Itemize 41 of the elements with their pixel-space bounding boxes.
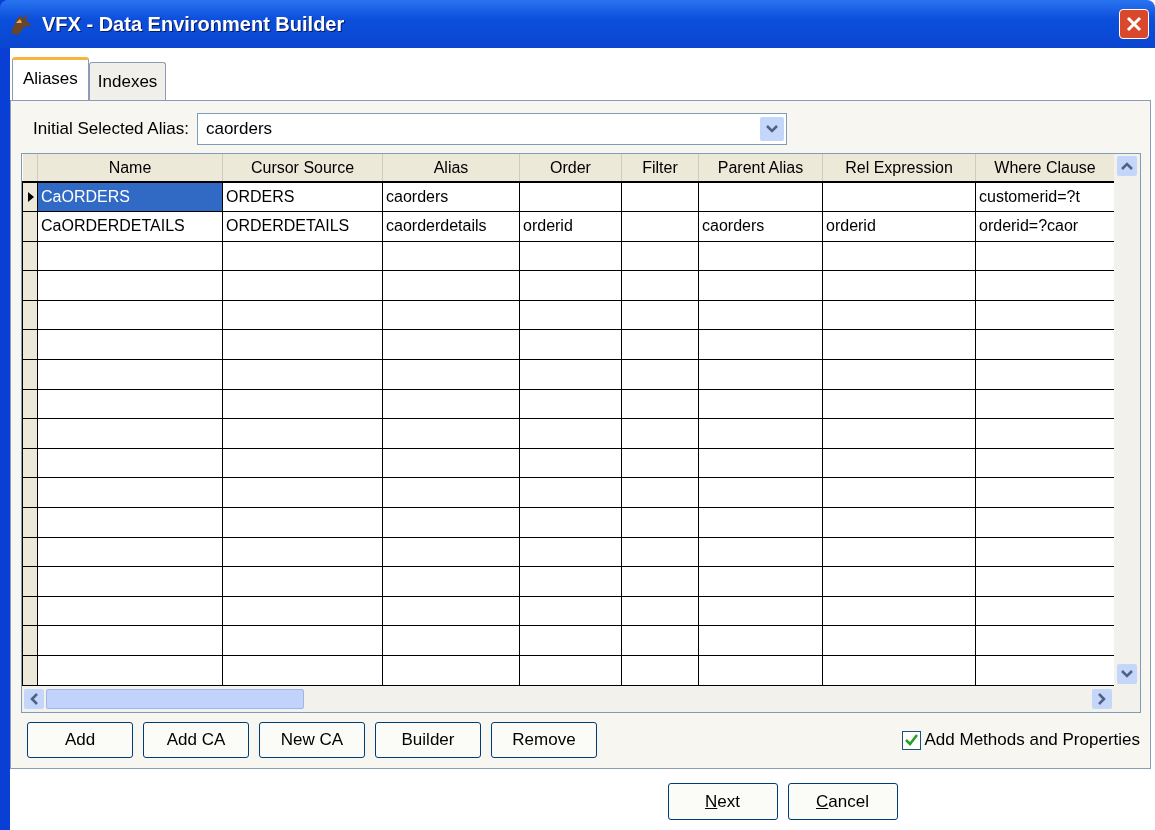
- horizontal-scrollbar[interactable]: [22, 686, 1114, 712]
- column-header[interactable]: Order: [519, 154, 622, 182]
- close-icon: [1125, 15, 1143, 33]
- table-cell: orderid: [822, 211, 976, 242]
- dialog-button[interactable]: Next: [667, 783, 778, 820]
- table-cell: CaORDERDETAILS: [37, 211, 223, 242]
- table-cell: caorderdetails: [382, 211, 520, 242]
- window-title: VFX - Data Environment Builder: [42, 12, 345, 37]
- table-cell: CaORDERS: [37, 182, 223, 212]
- column-header[interactable]: Rel Expression: [822, 154, 976, 182]
- tab[interactable]: Aliases: [12, 56, 89, 100]
- column-header[interactable]: Filter: [621, 154, 699, 182]
- column-header[interactable]: Parent Alias: [698, 154, 823, 182]
- table-cell: ORDERDETAILS: [222, 211, 383, 242]
- action-button[interactable]: Builder: [375, 722, 481, 758]
- close-button[interactable]: [1119, 9, 1149, 39]
- column-header[interactable]: Where Clause: [975, 154, 1114, 182]
- scroll-up-icon: [1121, 162, 1133, 170]
- column-header[interactable]: Name: [37, 154, 223, 182]
- vertical-scrollbar[interactable]: [1114, 154, 1140, 686]
- checkbox[interactable]: [901, 730, 921, 750]
- action-button[interactable]: Add CA: [143, 722, 249, 758]
- action-button[interactable]: Remove: [491, 722, 597, 758]
- table-cell: orderid: [519, 211, 622, 242]
- app-logo-icon: [8, 11, 34, 37]
- tab[interactable]: Indexes: [88, 61, 167, 100]
- field-label: Initial Selected Alias:: [33, 118, 189, 141]
- dialog-button[interactable]: Cancel: [787, 783, 898, 820]
- scroll-left-icon: [30, 693, 38, 705]
- scroll-down-icon: [1121, 670, 1133, 678]
- checkbox-label[interactable]: Add Methods and Properties: [924, 727, 1140, 753]
- scroll-right-icon: [1098, 693, 1106, 705]
- column-header[interactable]: Alias: [382, 154, 520, 182]
- column-header[interactable]: Cursor Source: [222, 154, 383, 182]
- action-button[interactable]: Add: [27, 722, 133, 758]
- table-cell: caorders: [698, 211, 823, 242]
- table-cell: caorders: [382, 182, 520, 212]
- table-cell: ORDERS: [222, 182, 383, 212]
- alias-dropdown[interactable]: caorders: [196, 113, 787, 145]
- scrollbar-corner: [1114, 686, 1140, 712]
- action-button[interactable]: New CA: [259, 722, 365, 758]
